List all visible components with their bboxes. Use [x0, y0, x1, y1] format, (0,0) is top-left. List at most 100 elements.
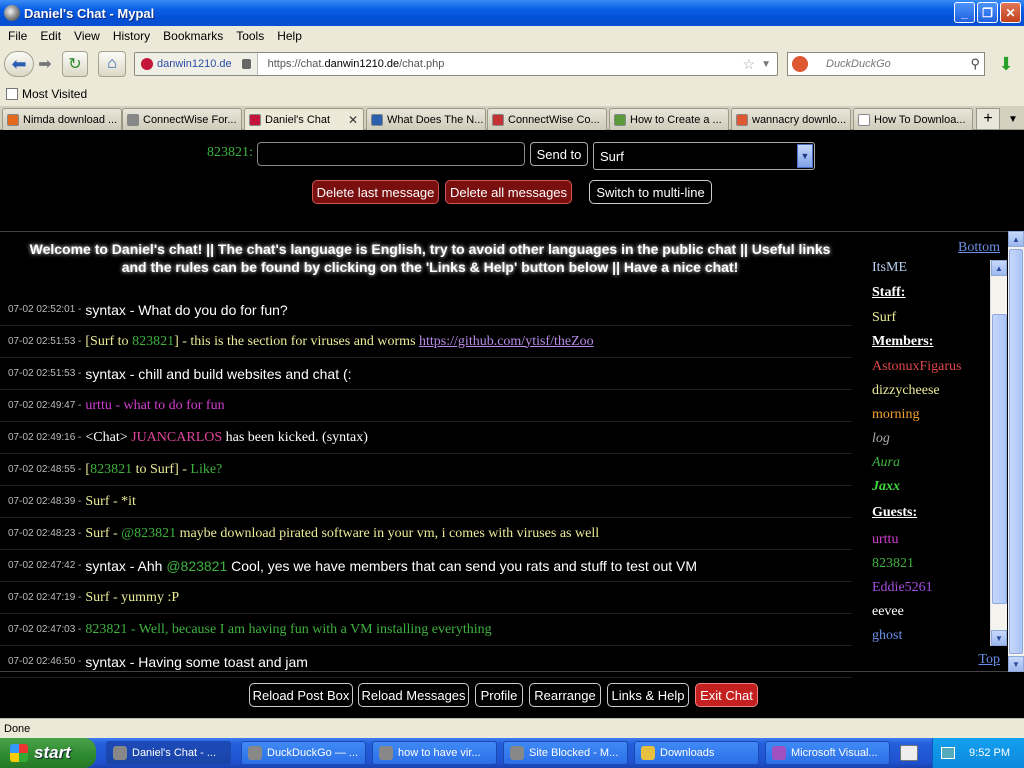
- tab-close-icon[interactable]: ✕: [348, 113, 358, 127]
- message-text: 823821: [132, 333, 175, 349]
- page-scroll-up-icon[interactable]: ▲: [1008, 231, 1024, 247]
- online-user[interactable]: eevee: [872, 604, 904, 620]
- taskbar-button[interactable]: Site Blocked - M...: [503, 741, 628, 765]
- rearrange-button[interactable]: Rearrange: [529, 683, 601, 707]
- message-link[interactable]: https://github.com/ytisf/theZoo: [419, 334, 594, 350]
- menu-history[interactable]: History: [113, 29, 150, 43]
- url-bar[interactable]: danwin1210.de https://chat.danwin1210.de…: [134, 52, 778, 76]
- search-placeholder: DuckDuckGo: [826, 58, 891, 70]
- site-identity[interactable]: danwin1210.de: [135, 53, 258, 75]
- staff-heading: Staff:: [872, 285, 906, 300]
- tab-2[interactable]: ConnectWise For...: [122, 108, 242, 130]
- top-link[interactable]: Top: [978, 652, 1000, 668]
- status-bar: Done: [0, 718, 1024, 738]
- menu-edit[interactable]: Edit: [40, 29, 61, 43]
- online-user[interactable]: dizzycheese: [872, 383, 940, 399]
- reload-post-box-button[interactable]: Reload Post Box: [249, 683, 353, 707]
- new-tab-button[interactable]: +: [976, 108, 1000, 130]
- online-user[interactable]: Jaxx: [872, 479, 900, 495]
- taskbar-button[interactable]: how to have vir...: [372, 741, 497, 765]
- menu-view[interactable]: View: [74, 29, 100, 43]
- taskbar-button[interactable]: Daniel's Chat - ...: [106, 741, 231, 765]
- chat-page: 823821: Send to Surf ▼ Delete last messa…: [0, 130, 1024, 718]
- taskbar-button[interactable]: Microsoft Visual...: [765, 741, 890, 765]
- online-user[interactable]: Surf: [872, 310, 896, 326]
- online-user[interactable]: AstonuxFigarus: [872, 359, 961, 375]
- online-user[interactable]: 823821: [872, 556, 914, 572]
- maximize-button[interactable]: ❐: [977, 2, 998, 23]
- tab-8[interactable]: How To Downloa...: [853, 108, 973, 130]
- online-user[interactable]: urttu: [872, 532, 898, 548]
- scroll-thumb[interactable]: [992, 314, 1007, 604]
- taskbar-button[interactable]: DuckDuckGo — ...: [241, 741, 366, 765]
- minimize-button[interactable]: _: [954, 2, 975, 23]
- system-tray: 9:52 PM: [932, 738, 1024, 768]
- online-user[interactable]: Eddie5261: [872, 580, 933, 596]
- close-button[interactable]: ✕: [1000, 2, 1021, 23]
- exit-chat-button[interactable]: Exit Chat: [695, 683, 758, 707]
- language-bar-icon[interactable]: [900, 745, 918, 761]
- bookmark-star-icon[interactable]: ☆: [742, 56, 755, 73]
- url-text[interactable]: https://chat.danwin1210.de/chat.php: [268, 58, 445, 70]
- page-scrollbar[interactable]: ▲ ▼: [1008, 231, 1024, 672]
- profile-button[interactable]: Profile: [475, 683, 523, 707]
- tab-favicon-icon: [7, 113, 19, 126]
- message-text: has been kicked. (syntax): [222, 429, 368, 445]
- tab-3[interactable]: Daniel's Chat ✕: [244, 108, 364, 131]
- clock[interactable]: 9:52 PM: [969, 747, 1010, 759]
- message-row: 07-02 02:47:03 -823821 - Well, because I…: [0, 614, 852, 646]
- delete-last-message-button[interactable]: Delete last message: [312, 180, 439, 204]
- message-text: Like?: [190, 461, 223, 477]
- menu-file[interactable]: File: [8, 29, 27, 43]
- start-button[interactable]: start: [0, 738, 96, 768]
- menu-tools[interactable]: Tools: [236, 29, 264, 43]
- online-user[interactable]: log: [872, 431, 890, 447]
- tab-5[interactable]: ConnectWise Co...: [487, 108, 607, 130]
- most-visited-link[interactable]: Most Visited: [22, 87, 87, 101]
- online-list-scrollbar[interactable]: ▲ ▼: [990, 260, 1007, 646]
- tab-4[interactable]: What Does The N...: [366, 108, 486, 130]
- tab-favicon-icon: [249, 114, 261, 126]
- scroll-down-arrow-icon[interactable]: ▼: [991, 630, 1007, 646]
- message-timestamp: 07-02 02:48:39 -: [8, 496, 82, 507]
- taskbar-button-label: Site Blocked - M...: [529, 747, 619, 759]
- chevron-down-icon[interactable]: ▼: [797, 144, 813, 168]
- reload-messages-button[interactable]: Reload Messages: [358, 683, 469, 707]
- forward-button[interactable]: ➡: [34, 51, 56, 77]
- tab-6[interactable]: How to Create a ...: [609, 108, 729, 130]
- back-button[interactable]: ⬅: [4, 51, 34, 77]
- search-bar[interactable]: DuckDuckGo ⚲: [787, 52, 985, 76]
- online-user[interactable]: ghost: [872, 628, 902, 644]
- scroll-up-arrow-icon[interactable]: ▲: [991, 260, 1007, 276]
- page-scroll-down-icon[interactable]: ▼: [1008, 656, 1024, 672]
- message-row: 07-02 02:47:42 - syntax - Ahh @823821 Coo…: [0, 550, 852, 582]
- page-scroll-thumb[interactable]: [1009, 249, 1023, 654]
- welcome-topic: Welcome to Daniel's chat! || The chat's …: [29, 241, 831, 275]
- url-dropdown-icon[interactable]: ▼: [761, 59, 771, 70]
- home-button[interactable]: ⌂: [98, 51, 126, 77]
- search-magnifier-icon[interactable]: ⚲: [970, 56, 980, 72]
- network-icon[interactable]: [941, 747, 956, 759]
- recipient-select[interactable]: Surf ▼: [593, 142, 815, 170]
- taskbar-button[interactable]: Downloads: [634, 741, 759, 765]
- tab-1[interactable]: Nimda download ...: [2, 108, 122, 130]
- menu-help[interactable]: Help: [277, 29, 302, 43]
- message-text: Surf -: [85, 525, 122, 541]
- message-input[interactable]: [257, 142, 525, 166]
- bottom-link[interactable]: Bottom: [958, 240, 1000, 256]
- links-help-button[interactable]: Links & Help: [607, 683, 689, 707]
- online-user[interactable]: Aura: [872, 455, 900, 471]
- reload-button[interactable]: ↻: [62, 51, 88, 77]
- switch-multiline-button[interactable]: Switch to multi-line: [589, 180, 712, 204]
- tab-7[interactable]: wannacry downlo...: [731, 108, 851, 130]
- online-user[interactable]: morning: [872, 407, 919, 423]
- downloads-button[interactable]: ⬇: [992, 52, 1020, 76]
- delete-all-messages-button[interactable]: Delete all messages: [445, 180, 572, 204]
- duckduckgo-icon[interactable]: [792, 56, 808, 72]
- tab-list-icon[interactable]: ▼: [1004, 108, 1022, 130]
- tab-favicon-icon: [614, 113, 626, 126]
- online-user[interactable]: ItsME: [872, 260, 907, 276]
- menu-bookmarks[interactable]: Bookmarks: [163, 29, 223, 43]
- send-button[interactable]: Send to: [530, 142, 588, 166]
- mypal-app-icon[interactable]: [4, 5, 20, 21]
